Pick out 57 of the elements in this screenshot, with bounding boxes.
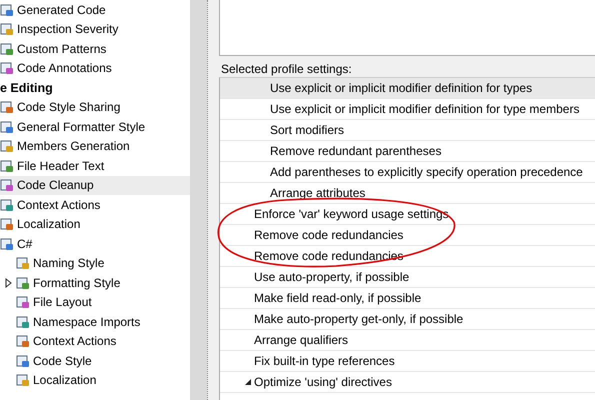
setting-row[interactable]: Make auto-property get-only, if possible (220, 309, 595, 330)
tree-item[interactable]: Context Actions (0, 195, 190, 214)
tile-icon (16, 256, 30, 270)
tree-item[interactable]: Localization (0, 214, 190, 234)
tile-icon (0, 178, 14, 192)
tile-icon (0, 236, 14, 251)
tree-item[interactable]: Code Style Sharing (0, 98, 190, 117)
setting-row[interactable]: Arrange qualifiers (220, 330, 595, 351)
tile-icon (16, 334, 30, 348)
tile-icon (16, 314, 30, 329)
tree-item[interactable]: Inspection Severity (0, 20, 190, 39)
tile-icon (0, 198, 14, 212)
setting-row[interactable]: Make field read-only, if possible (220, 288, 595, 309)
tree-item[interactable]: Formatting Style (0, 273, 190, 292)
tree-item[interactable]: Namespace Imports (0, 312, 190, 332)
tree-item[interactable]: File Layout (0, 292, 190, 312)
tree-item[interactable]: Localization (0, 370, 190, 390)
setting-row[interactable]: Fix built-in type references (220, 351, 595, 372)
setting-row[interactable]: Use explicit or implicit modifier definition for type members (220, 99, 595, 120)
tile-icon (0, 42, 14, 56)
tile-icon (16, 373, 30, 388)
setting-row[interactable]: Remove code redundancies (220, 225, 595, 246)
setting-row[interactable]: Remove redundant parentheses (220, 141, 595, 162)
tree-item[interactable]: C# (0, 234, 190, 254)
setting-row[interactable]: Enforce 'var' keyword usage settings (220, 204, 595, 225)
setting-row[interactable]: Arrange attributes (220, 183, 595, 204)
tree-item[interactable]: Naming Style (0, 254, 190, 273)
tile-icon (0, 139, 14, 154)
tile-icon (0, 120, 14, 134)
expander-icon[interactable] (244, 378, 252, 386)
tile-icon (16, 276, 30, 290)
expander-icon[interactable] (4, 278, 14, 288)
settings-caption: Selected profile settings: (220, 61, 353, 77)
tree-item[interactable]: Generated Code (0, 0, 190, 20)
tree-item[interactable]: Code Cleanup (0, 176, 190, 195)
tile-icon (0, 158, 14, 173)
tree-item[interactable]: Custom Patterns (0, 39, 190, 58)
setting-row[interactable]: Sort modifiers (220, 120, 595, 141)
tile-icon (0, 2, 14, 17)
setting-row[interactable]: Optimize 'using' directives (220, 372, 595, 393)
tile-icon (16, 354, 30, 368)
tree-item[interactable]: Code Style (0, 351, 190, 370)
setting-row[interactable]: Use explicit or implicit modifier definition for types (220, 78, 595, 99)
tree-item[interactable]: File Header Text (0, 156, 190, 176)
tile-icon (0, 61, 14, 76)
tile-icon (0, 22, 14, 36)
setting-row[interactable]: Remove code redundancies (220, 246, 595, 267)
tree-item[interactable]: Members Generation (0, 136, 190, 156)
tree-item[interactable]: Code Annotations (0, 58, 190, 78)
section-header: e Editing (0, 80, 53, 95)
tile-icon (16, 295, 30, 310)
tile-icon (0, 217, 14, 232)
tree-item[interactable]: General Formatter Style (0, 117, 190, 136)
tree-item[interactable]: Context Actions (0, 332, 190, 351)
tile-icon (0, 100, 14, 114)
setting-row[interactable]: Add parentheses to explicitly specify operation precedence (220, 162, 595, 183)
setting-row[interactable]: Use auto-property, if possible (220, 267, 595, 288)
